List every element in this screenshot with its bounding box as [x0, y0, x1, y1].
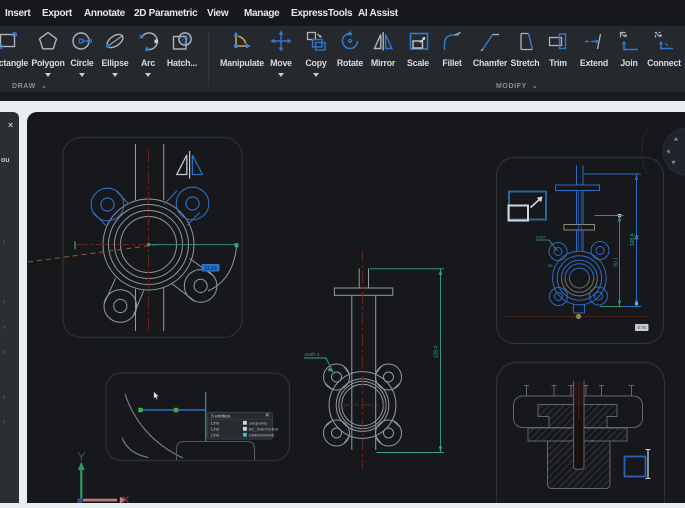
svg-text:DIMENSIONS: DIMENSIONS: [249, 433, 275, 438]
svg-text:12.03: 12.03: [204, 266, 217, 272]
svg-text:3 entities: 3 entities: [211, 413, 231, 419]
svg-text:Line: Line: [211, 427, 220, 432]
svg-text:Line: Line: [211, 433, 220, 438]
svg-text:35: 35: [548, 263, 553, 268]
svg-text:Gridpoints: Gridpoints: [249, 421, 267, 426]
svg-text:0.75: 0.75: [638, 325, 647, 330]
svg-text:128.4: 128.4: [630, 234, 636, 247]
svg-text:BC_SKETCHES: BC_SKETCHES: [249, 427, 279, 432]
svg-text:2xØ7: 2xØ7: [536, 235, 546, 240]
svg-text:Line: Line: [211, 421, 220, 426]
svg-text:90.1: 90.1: [613, 257, 619, 267]
svg-text:128.4: 128.4: [433, 346, 439, 359]
svg-text:2xØ7.4: 2xØ7.4: [305, 352, 320, 357]
